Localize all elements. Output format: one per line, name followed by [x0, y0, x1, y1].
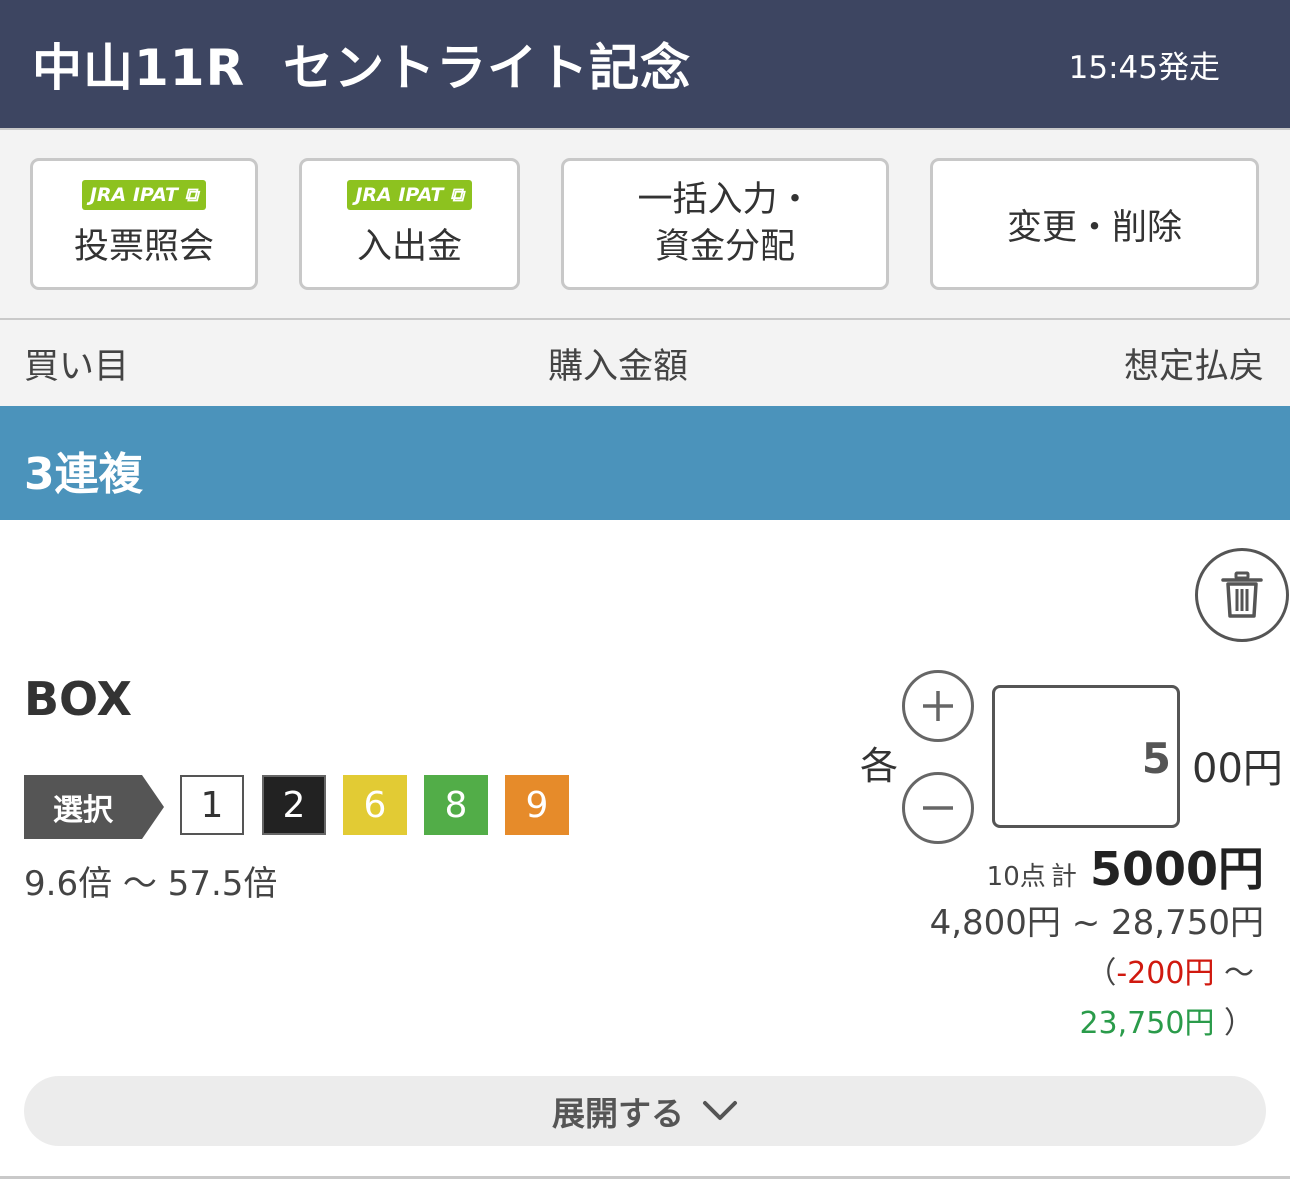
- estimated-payout: 4,800円 ~ 28,750円: [929, 903, 1264, 943]
- race-name: セントライト記念: [283, 39, 692, 97]
- col-amount: 購入金額: [548, 347, 689, 387]
- profit-min: -200円: [1116, 956, 1215, 991]
- trash-icon: [1221, 571, 1263, 618]
- profit-range-line1: （-200円 〜: [1086, 956, 1254, 991]
- profit-range-line2: 23,750円 ）: [1079, 1006, 1254, 1041]
- odds-range: 9.6倍 〜 57.5倍: [24, 864, 278, 904]
- total-amount: 10点 計 5000円: [987, 833, 1264, 899]
- profit-max: 23,750円: [1079, 1006, 1215, 1041]
- bet-method: BOX: [24, 672, 132, 726]
- horse-number-2: 2: [262, 775, 326, 835]
- decrease-amount-button[interactable]: [902, 772, 974, 844]
- horse-number-8: 8: [424, 775, 488, 835]
- venue-race: 中山11R: [32, 39, 246, 97]
- column-header: 買い目 購入金額 想定払戻: [0, 318, 1290, 406]
- horse-number-6: 6: [343, 775, 407, 835]
- col-payout: 想定払戻: [1123, 347, 1264, 387]
- jra-ipat-badge: JRA IPAT ⧉: [347, 179, 472, 210]
- plus-icon: [923, 691, 953, 721]
- vote-inquiry-button[interactable]: JRA IPAT ⧉ 投票照会: [30, 158, 258, 290]
- selection-arrow: [142, 775, 164, 839]
- amount-unit: 00円: [1192, 746, 1283, 792]
- selection-label: 選択: [24, 775, 142, 839]
- race-header: 中山11R セントライト記念 15:45発走: [0, 0, 1290, 128]
- minus-icon: [923, 806, 953, 810]
- points-count: 10点: [986, 862, 1046, 892]
- each-label: 各: [860, 744, 899, 788]
- external-link-icon: ⧉: [450, 183, 464, 206]
- col-bet: 買い目: [24, 347, 130, 387]
- deposit-withdraw-label: 入出金: [356, 226, 462, 267]
- divider: [0, 1176, 1290, 1179]
- delete-ticket-button[interactable]: [1195, 548, 1289, 642]
- edit-delete-label: 変更・削除: [1006, 207, 1182, 248]
- amount-input[interactable]: 5: [992, 685, 1180, 828]
- horse-number-9: 9: [505, 775, 569, 835]
- total-label: 計: [1050, 862, 1077, 892]
- bulk-input-label-2: 資金分配: [654, 227, 795, 267]
- amount-value: 5: [1141, 734, 1171, 783]
- expand-label: 展開する: [552, 1094, 684, 1133]
- increase-amount-button[interactable]: [902, 670, 974, 742]
- vote-inquiry-label: 投票照会: [73, 226, 214, 267]
- horse-number-1: 1: [180, 775, 244, 835]
- jra-ipat-badge: JRA IPAT ⧉: [81, 179, 207, 210]
- post-time: 15:45発走: [1068, 50, 1220, 86]
- race-title: 中山11R セントライト記念: [32, 28, 691, 100]
- toolbar: JRA IPAT ⧉ 投票照会 JRA IPAT ⧉ 入出金 一括入力・ 資金分…: [0, 128, 1290, 318]
- selection-tag: 選択: [24, 775, 166, 839]
- total-value: 5000円: [1089, 842, 1264, 896]
- bet-type-header: 3連複: [0, 406, 1290, 520]
- deposit-withdraw-button[interactable]: JRA IPAT ⧉ 入出金: [299, 158, 520, 290]
- external-link-icon: ⧉: [184, 183, 199, 206]
- bulk-input-button[interactable]: 一括入力・ 資金分配: [561, 158, 889, 290]
- edit-delete-button[interactable]: 変更・削除: [930, 158, 1259, 290]
- bulk-input-label-1: 一括入力・: [637, 180, 813, 220]
- expand-button[interactable]: 展開する: [24, 1076, 1266, 1146]
- chevron-down-icon: [703, 1101, 737, 1120]
- bet-type-label: 3連複: [24, 449, 143, 500]
